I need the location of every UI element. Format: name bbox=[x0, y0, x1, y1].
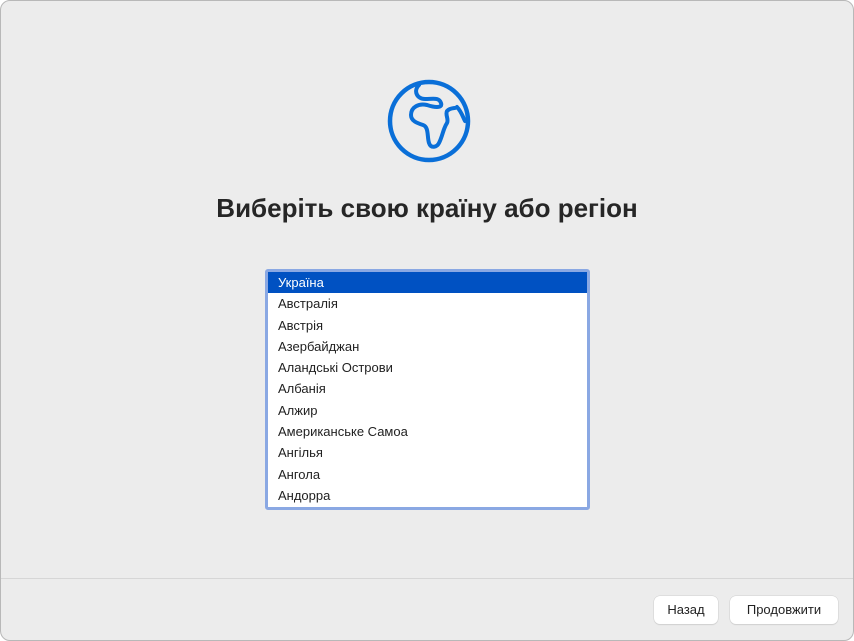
continue-button[interactable]: Продовжити bbox=[730, 596, 838, 624]
page-title: Виберіть свою країну або регіон bbox=[216, 193, 638, 223]
footer-divider bbox=[1, 578, 853, 579]
country-list-item[interactable]: Ангілья bbox=[268, 442, 587, 463]
country-list-item[interactable]: Україна bbox=[268, 272, 587, 294]
country-list-item[interactable]: Албанія bbox=[268, 378, 587, 399]
globe-icon bbox=[387, 79, 471, 163]
back-button[interactable]: Назад bbox=[654, 596, 718, 624]
country-list[interactable]: Україна Австралія Австрія Азербайджан Аландс… bbox=[265, 269, 590, 510]
setup-window: Виберіть свою країну або регіон Україна А… bbox=[0, 0, 854, 641]
country-list-item[interactable]: Австралія bbox=[268, 293, 587, 314]
country-list-item[interactable]: Американське Самоа bbox=[268, 421, 587, 442]
country-list-item[interactable]: Азербайджан bbox=[268, 336, 587, 357]
country-list-item[interactable]: Алжир bbox=[268, 400, 587, 421]
country-list-item[interactable]: Австрія bbox=[268, 315, 587, 336]
country-list-item[interactable]: Андорра bbox=[268, 485, 587, 506]
country-list-item[interactable]: Ангола bbox=[268, 464, 587, 485]
country-list-item[interactable]: Аландські Острови bbox=[268, 357, 587, 378]
